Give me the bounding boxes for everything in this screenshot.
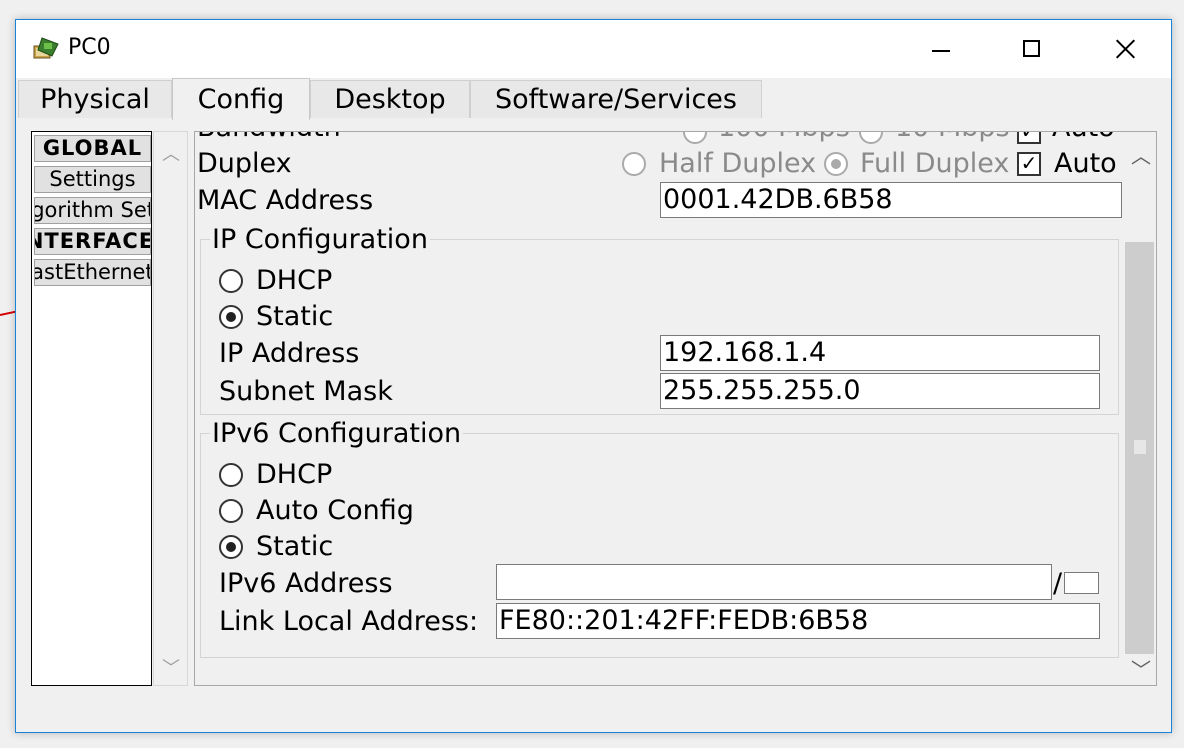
ipv4-static-label: Static	[256, 301, 334, 332]
nav-list: GLOBAL Settings Algorithm Settings INTER…	[31, 131, 152, 686]
ip-address-label: IP Address	[219, 338, 360, 369]
ipv6-dhcp-label: DHCP	[256, 459, 333, 490]
ipv6-auto-config-label: Auto Config	[256, 495, 414, 526]
prefix-separator: /	[1053, 568, 1063, 599]
ipv6-address-label: IPv6 Address	[219, 568, 393, 599]
maximize-button[interactable]	[986, 20, 1076, 78]
ipv6-configuration-title: IPv6 Configuration	[210, 418, 464, 449]
tab-desktop[interactable]: Desktop	[310, 80, 470, 118]
duplex-label: Duplex	[197, 148, 292, 179]
nav-global-header[interactable]: GLOBAL	[34, 135, 151, 162]
half-duplex-radio[interactable]	[622, 152, 646, 176]
ip-configuration-title: IP Configuration	[210, 224, 430, 255]
app-icon	[33, 37, 59, 59]
tab-physical[interactable]: Physical	[18, 80, 172, 118]
nav-scrollbar[interactable]: ︿ ﹀	[153, 131, 188, 686]
scrollbar-grip	[1134, 440, 1146, 454]
main-scrollbar[interactable]: ︿ ﹀	[1123, 132, 1156, 685]
bandwidth-100-label: 100 Mbps	[718, 132, 850, 143]
bandwidth-100-radio[interactable]	[683, 132, 707, 144]
tab-config[interactable]: Config	[172, 78, 310, 120]
nav-interface-header[interactable]: INTERFACE	[34, 228, 151, 255]
topology-link-line	[0, 310, 16, 316]
ipv6-prefix-field[interactable]	[1064, 572, 1099, 594]
bandwidth-auto-label: Auto	[1052, 132, 1115, 143]
ipv4-dhcp-radio[interactable]	[219, 269, 243, 293]
mac-address-label: MAC Address	[197, 185, 374, 216]
ipv6-auto-config-radio[interactable]	[219, 499, 243, 523]
checkmark-icon: ✓	[1020, 151, 1038, 175]
ipv6-dhcp-radio[interactable]	[219, 463, 243, 487]
bandwidth-10-label: 10 Mbps	[895, 132, 1010, 143]
ipv4-static-radio[interactable]	[219, 305, 243, 329]
chevron-down-icon[interactable]: ﹀	[1131, 654, 1151, 683]
minimize-icon	[932, 50, 950, 52]
nav-item-fastethernet0[interactable]: FastEthernet0	[34, 259, 151, 286]
ip-address-field[interactable]: 192.168.1.4	[660, 335, 1100, 371]
ipv6-address-field[interactable]	[496, 564, 1052, 600]
minimize-button[interactable]	[896, 20, 986, 78]
subnet-mask-label: Subnet Mask	[219, 376, 393, 407]
pc-config-window: PC0 Physical Config Desktop Software/Ser…	[15, 19, 1172, 733]
ipv4-dhcp-label: DHCP	[256, 265, 333, 296]
scrollbar-thumb[interactable]	[1125, 242, 1154, 654]
title-bar[interactable]: PC0	[16, 20, 1171, 78]
link-local-address-label: Link Local Address:	[219, 606, 479, 637]
checkmark-icon: ✓	[1020, 131, 1038, 143]
mac-address-field[interactable]: 0001.42DB.6B58	[660, 182, 1122, 218]
subnet-mask-field[interactable]: 255.255.255.0	[660, 373, 1100, 409]
duplex-auto-label: Auto	[1054, 148, 1117, 179]
duplex-auto-checkbox[interactable]: ✓	[1017, 152, 1041, 176]
close-button[interactable]	[1078, 20, 1168, 78]
nav-item-settings[interactable]: Settings	[34, 166, 151, 193]
full-duplex-label: Full Duplex	[860, 148, 1010, 179]
link-local-address-field[interactable]: FE80::201:42FF:FEDB:6B58	[496, 603, 1100, 639]
tab-software-services[interactable]: Software/Services	[470, 80, 762, 118]
bandwidth-label: Bandwidth	[197, 132, 341, 143]
bandwidth-10-radio[interactable]	[859, 132, 883, 144]
chevron-down-icon[interactable]: ﹀	[162, 654, 180, 680]
chevron-up-icon[interactable]: ︿	[1131, 140, 1151, 169]
ipv6-static-label: Static	[256, 531, 334, 562]
full-duplex-radio[interactable]	[824, 152, 848, 176]
window-title: PC0	[68, 35, 111, 60]
interface-settings-panel: Bandwidth 100 Mbps 10 Mbps ✓ Auto Duplex…	[194, 131, 1157, 686]
bandwidth-auto-checkbox[interactable]: ✓	[1017, 131, 1041, 144]
ipv6-static-radio[interactable]	[219, 535, 243, 559]
maximize-icon	[1023, 40, 1040, 57]
nav-item-algorithm-settings[interactable]: Algorithm Settings	[34, 197, 151, 224]
chevron-up-icon[interactable]: ︿	[162, 140, 180, 166]
half-duplex-label: Half Duplex	[659, 148, 817, 179]
